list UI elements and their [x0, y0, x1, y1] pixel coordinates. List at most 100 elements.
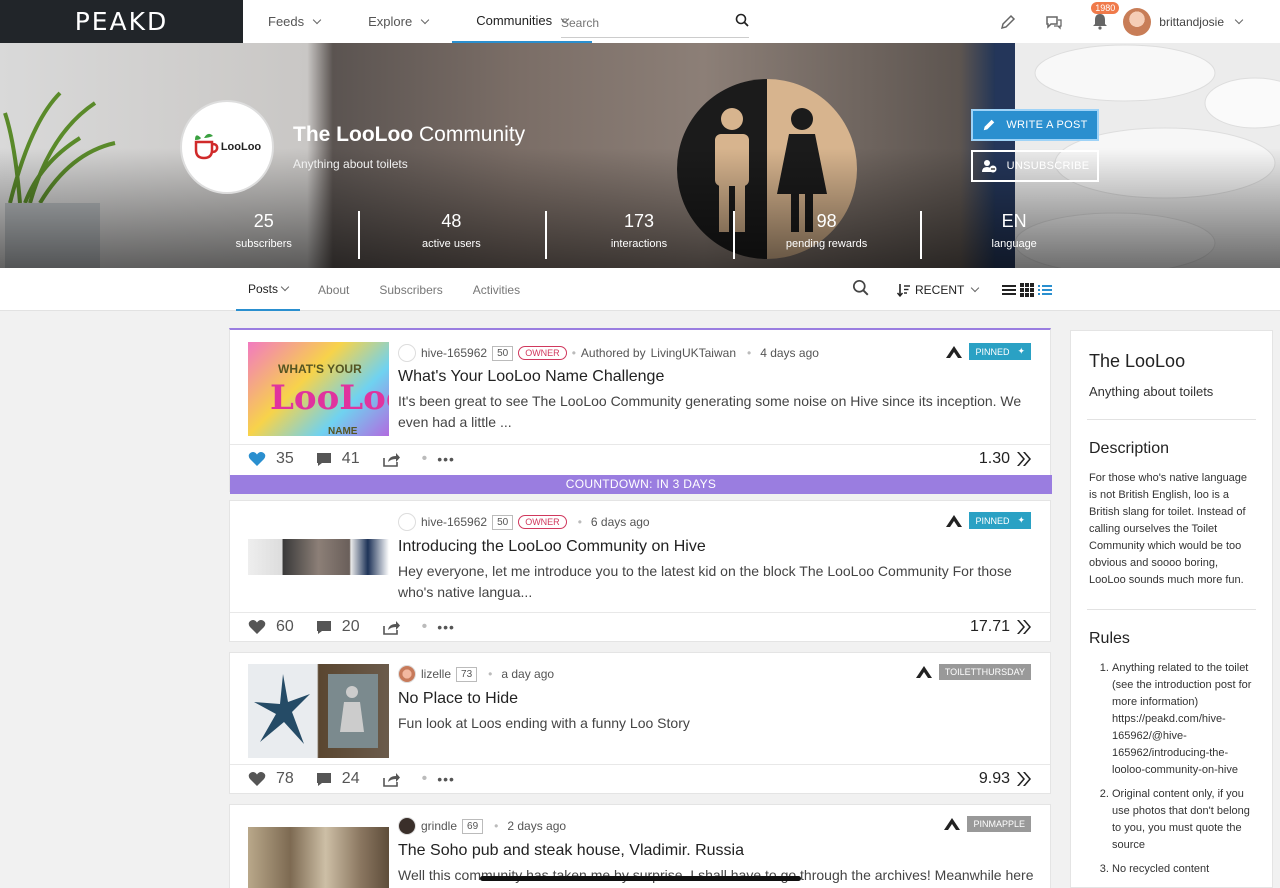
post-payout[interactable]: 9.93 [979, 770, 1032, 788]
post-tags: PINNED ✦ [945, 343, 1031, 360]
sort-dropdown[interactable]: RECENT [897, 283, 980, 297]
author-avatar[interactable] [398, 344, 416, 362]
nav-explore[interactable]: Explore [344, 0, 452, 43]
rule-item: No recycled content [1112, 861, 1254, 878]
heart-icon[interactable] [248, 619, 266, 635]
post-excerpt[interactable]: It's been great to see The LooLoo Commun… [398, 391, 1038, 433]
post-meta: hive-165962 50 OWNER • 6 days ago [398, 513, 650, 531]
post-tags: PINNED ✦ [945, 512, 1031, 529]
pencil-icon[interactable] [985, 0, 1031, 43]
author-name[interactable]: hive-165962 [421, 515, 487, 529]
search-icon[interactable] [735, 13, 749, 32]
peakd-logo[interactable]: PEAKD [0, 0, 243, 43]
share-icon[interactable] [382, 620, 400, 635]
nav-feeds-label: Feeds [268, 14, 305, 29]
view-toggles [1002, 282, 1053, 297]
post-thumbnail[interactable] [248, 827, 389, 888]
tab-subscribers[interactable]: Subscribers [367, 268, 454, 311]
post-title[interactable]: What's Your LooLoo Name Challenge [398, 368, 664, 386]
post-excerpt[interactable]: Hey everyone, let me introduce you to th… [398, 561, 1038, 603]
community-subnav: Posts About Subscribers Activities RECEN… [0, 268, 1280, 311]
description-text: For those who's native language is not B… [1089, 472, 1248, 586]
heart-icon[interactable] [248, 451, 266, 467]
post-meta: grindle 69 • 2 days ago [398, 817, 566, 835]
stat-label: interactions [610, 238, 668, 250]
comment-icon[interactable] [316, 772, 332, 787]
post-time: 6 days ago [590, 515, 650, 529]
grid-view-icon[interactable] [1020, 282, 1035, 297]
post-card[interactable]: WHAT'S YOUR LooLoo NAME hive-165962 50 O… [229, 328, 1052, 494]
post-actions: 35 41 • ••• 1.30 [230, 444, 1050, 473]
pinned-tag[interactable]: PINNED ✦ [969, 343, 1031, 360]
comment-icon[interactable] [316, 452, 332, 467]
post-title[interactable]: The Soho pub and steak house, Vladimir. … [398, 842, 744, 860]
chevron-down-icon [1234, 15, 1244, 24]
list-view-icon[interactable] [1038, 284, 1053, 296]
nav-feeds[interactable]: Feeds [244, 0, 344, 43]
author-avatar[interactable] [398, 513, 416, 531]
compact-list-view-icon[interactable] [1002, 284, 1017, 296]
separator-dot: • [577, 515, 582, 529]
chevron-down-icon [280, 282, 290, 291]
share-icon[interactable] [382, 452, 400, 467]
community-sidebar: The LooLoo Anything about toilets Descri… [1070, 330, 1273, 888]
tab-about[interactable]: About [306, 268, 361, 311]
user-minus-icon [981, 160, 997, 173]
tab-about-label: About [318, 282, 350, 297]
author-name[interactable]: hive-165962 [421, 346, 487, 360]
post-thumbnail[interactable]: WHAT'S YOUR LooLoo NAME [248, 342, 389, 436]
divider [1087, 609, 1256, 610]
post-meta: lizelle 73 • a day ago [398, 665, 554, 683]
post-payout[interactable]: 17.71 [970, 618, 1032, 636]
post-card[interactable]: lizelle 73 • a day ago TOILETTHURSDAY No… [229, 652, 1051, 794]
post-meta: hive-165962 50 OWNER • Authored by Livin… [398, 344, 819, 362]
write-post-button[interactable]: WRITE A POST [971, 109, 1099, 141]
pin-icon: ✦ [1017, 515, 1025, 525]
post-excerpt[interactable]: Fun look at Loos ending with a funny Loo… [398, 713, 1038, 734]
post-card[interactable]: hive-165962 50 OWNER • 6 days ago PINNED… [229, 500, 1051, 642]
pinned-tag-label: PINNED [975, 346, 1010, 357]
username: brittandjosie [1159, 14, 1224, 29]
tab-posts-label: Posts [248, 281, 279, 296]
unsubscribe-button[interactable]: UNSUBSCRIBE [971, 150, 1099, 182]
post-title[interactable]: No Place to Hide [398, 690, 518, 708]
cup-logo-icon [194, 133, 219, 160]
hive-logo-icon [946, 514, 963, 527]
chat-icon[interactable] [1031, 0, 1077, 43]
more-options-icon[interactable]: ••• [437, 619, 455, 635]
comment-icon[interactable] [316, 620, 332, 635]
pinned-tag[interactable]: PINNED ✦ [969, 512, 1031, 529]
search-icon[interactable] [852, 279, 869, 301]
comment-count: 24 [341, 770, 360, 787]
share-icon[interactable] [382, 772, 400, 787]
more-options-icon[interactable]: ••• [437, 771, 455, 787]
rule-item: Anything related to the toilet (see the … [1112, 660, 1254, 779]
topic-tag[interactable]: TOILETTHURSDAY [938, 664, 1031, 680]
post-tags: TOILETTHURSDAY [915, 664, 1031, 680]
post-time: 4 days ago [760, 346, 819, 360]
chevron-down-icon [312, 15, 322, 24]
more-options-icon[interactable]: ••• [437, 451, 455, 467]
topic-tag[interactable]: PINMAPPLE [967, 816, 1031, 832]
author-name[interactable]: lizelle [421, 667, 451, 681]
user-menu[interactable]: brittandjosie [1123, 7, 1280, 36]
notification-count-badge: 1980 [1091, 2, 1120, 14]
tab-posts[interactable]: Posts [236, 268, 301, 311]
stat-value: 48 [441, 211, 462, 231]
notifications-bell-icon[interactable]: 1980 [1077, 0, 1123, 43]
post-thumbnail[interactable] [248, 664, 389, 758]
search-input[interactable] [561, 15, 721, 30]
rules-list: Anything related to the toilet (see the … [1089, 660, 1254, 878]
heart-icon[interactable] [248, 771, 266, 787]
post-payout[interactable]: 1.30 [979, 450, 1032, 468]
authored-by-name[interactable]: LivingUKTaiwan [651, 346, 736, 360]
tab-activities[interactable]: Activities [461, 268, 532, 311]
hive-currency-icon [1017, 620, 1031, 634]
author-name[interactable]: grindle [421, 819, 457, 833]
author-avatar[interactable] [398, 665, 416, 683]
owner-badge: OWNER [518, 346, 567, 360]
post-thumbnail[interactable] [248, 539, 389, 575]
author-avatar[interactable] [398, 817, 416, 835]
post-title[interactable]: Introducing the LooLoo Community on Hive [398, 538, 706, 556]
post-actions: 78 24 • ••• 9.93 [230, 764, 1050, 793]
